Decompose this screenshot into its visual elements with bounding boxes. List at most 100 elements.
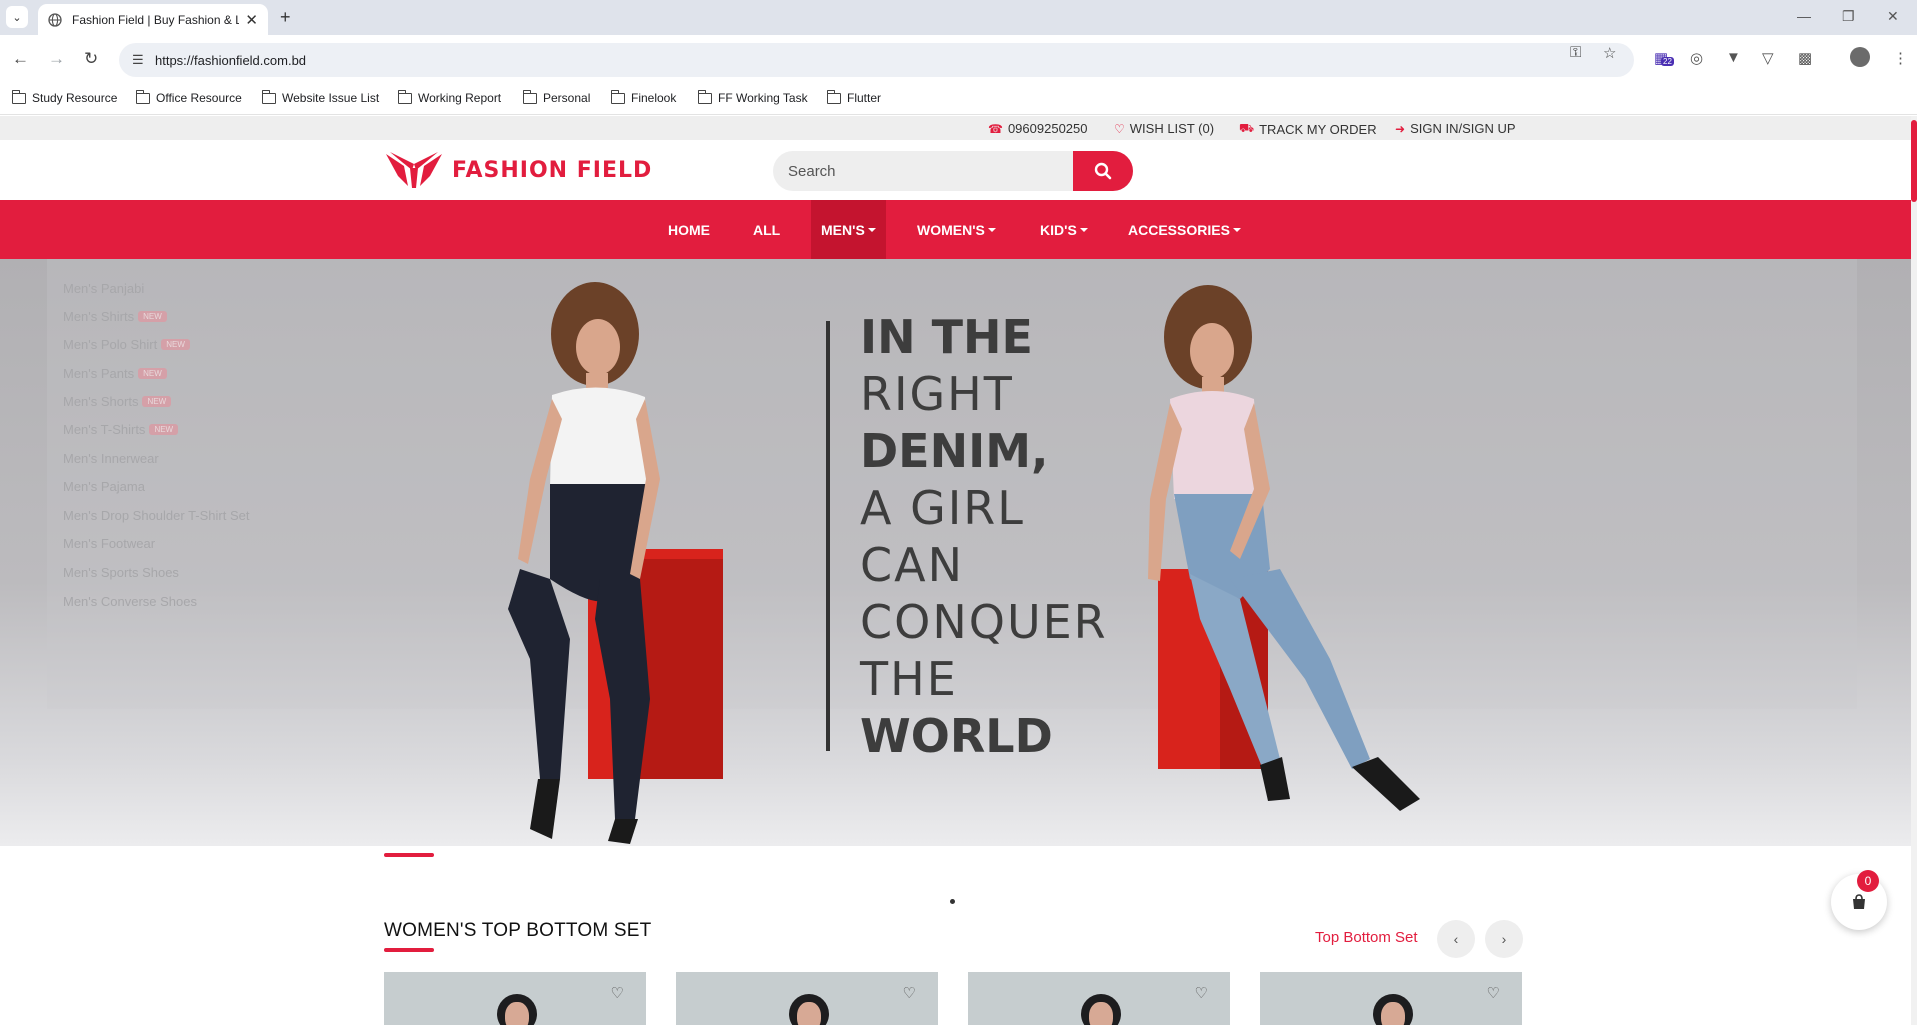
search-input[interactable]	[773, 151, 1073, 191]
phone-link[interactable]: ☎ 09609250250	[988, 121, 1087, 136]
nav-home[interactable]: HOME	[668, 200, 710, 259]
dropdown-item[interactable]: Men's Drop Shoulder T-Shirt Set	[63, 508, 250, 523]
address-bar[interactable]: ☰ https://fashionfield.com.bd	[119, 43, 1634, 77]
site-settings-icon[interactable]: ☰	[132, 52, 144, 68]
browser-tab-active[interactable]: Fashion Field | Buy Fashion & Li ✕	[38, 4, 268, 35]
wishlist-heart-icon[interactable]: ♡	[903, 984, 916, 1002]
page-scrollbar[interactable]	[1911, 116, 1917, 1025]
bookmark-study-resource[interactable]: Study Resource	[11, 89, 117, 105]
scrollbar-thumb[interactable]	[1911, 120, 1917, 202]
extensions-puzzle-icon[interactable]: ▩	[1798, 49, 1812, 67]
profile-avatar-icon[interactable]	[1850, 47, 1870, 67]
slogan-line: THE	[860, 652, 958, 706]
folder-icon	[11, 89, 26, 104]
forward-arrow-icon[interactable]: →	[48, 49, 65, 69]
reload-icon[interactable]: ↻	[84, 49, 98, 69]
dropdown-item[interactable]: Men's T-Shirts NEW	[63, 422, 179, 437]
truck-icon: ⛟	[1239, 121, 1255, 135]
site-header: FASHION FIELD	[0, 140, 1911, 200]
carousel-next-button[interactable]: ›	[1485, 920, 1523, 958]
section-title: WOMEN'S TOP BOTTOM SET	[384, 920, 652, 941]
caret-down-icon	[1079, 227, 1088, 232]
slogan-divider	[826, 321, 830, 751]
hero-slogan: IN THE RIGHT DENIM, A GIRL CAN CONQUER T…	[860, 309, 1108, 765]
dropdown-item[interactable]: Men's Sports Shoes	[63, 565, 179, 580]
browser-menu-icon[interactable]: ⋮	[1893, 49, 1908, 67]
new-badge: NEW	[161, 339, 190, 350]
extension-calendar-icon[interactable]: ▦ 22	[1654, 49, 1674, 67]
phone-icon: ☎	[988, 121, 1003, 136]
hero-banner[interactable]: Men's Panjabi Men's Shirts NEW Men's Polo…	[0, 259, 1911, 846]
minimize-icon[interactable]: —	[1797, 8, 1811, 24]
nav-kids[interactable]: KID'S	[1040, 200, 1088, 259]
product-card[interactable]: ♡	[676, 972, 938, 1025]
product-card[interactable]: ♡	[968, 972, 1230, 1025]
slogan-line: A GIRL	[860, 481, 1025, 535]
new-badge: NEW	[138, 368, 167, 379]
caret-down-icon	[867, 227, 876, 232]
bookmark-flutter[interactable]: Flutter	[826, 89, 881, 105]
main-navigation: HOME ALL MEN'S WOMEN'S KID'S ACCESSORIES	[0, 200, 1911, 259]
wishlist-heart-icon[interactable]: ♡	[1487, 984, 1500, 1002]
bookmark-office-resource[interactable]: Office Resource	[135, 89, 242, 105]
extension-v2-icon[interactable]: ▽	[1762, 49, 1774, 67]
bookmark-website-issue-list[interactable]: Website Issue List	[261, 89, 379, 105]
bookmark-working-report[interactable]: Working Report	[397, 89, 501, 105]
bookmark-personal[interactable]: Personal	[522, 89, 590, 105]
site-logo[interactable]: FASHION FIELD	[384, 150, 652, 190]
password-key-icon[interactable]: ⚿	[1570, 44, 1581, 61]
nav-womens[interactable]: WOMEN'S	[917, 200, 996, 259]
sign-in-link[interactable]: ➜ SIGN IN/SIGN UP	[1395, 121, 1516, 136]
dropdown-item[interactable]: Men's Shirts NEW	[63, 309, 167, 324]
dropdown-item[interactable]: Men's Converse Shoes	[63, 594, 197, 609]
carousel-dot[interactable]	[950, 899, 955, 904]
back-arrow-icon[interactable]: ←	[12, 49, 29, 69]
dropdown-item[interactable]: Men's Polo Shirt NEW	[63, 337, 190, 352]
fashion-field-wings-icon	[386, 152, 442, 188]
slogan-line: DENIM,	[860, 424, 1049, 478]
dropdown-item[interactable]: Men's Innerwear	[63, 451, 159, 466]
bookmark-finelook[interactable]: Finelook	[610, 89, 676, 105]
folder-icon	[826, 89, 841, 104]
url-text: https://fashionfield.com.bd	[155, 52, 307, 68]
caret-down-icon	[1232, 227, 1241, 232]
new-badge: NEW	[138, 311, 167, 322]
tab-search-chevron-icon[interactable]: ⌄	[6, 6, 28, 28]
dropdown-item[interactable]: Men's Pajama	[63, 479, 145, 494]
globe-icon	[48, 12, 62, 27]
wishlist-link[interactable]: ♡ WISH LIST (0)	[1114, 121, 1214, 136]
product-card[interactable]: ♡	[1260, 972, 1522, 1025]
restore-icon[interactable]: ❐	[1842, 8, 1855, 25]
new-tab-plus-icon[interactable]: +	[280, 7, 291, 28]
slogan-line: CONQUER	[860, 595, 1108, 649]
tab-close-icon[interactable]: ✕	[245, 11, 258, 29]
window-close-icon[interactable]: ✕	[1887, 8, 1899, 25]
slogan-line: RIGHT	[860, 367, 1014, 421]
caret-down-icon	[987, 227, 996, 232]
carousel-prev-button[interactable]: ‹	[1437, 920, 1475, 958]
dropdown-item[interactable]: Men's Pants NEW	[63, 366, 167, 381]
bookmark-ff-working-task[interactable]: FF Working Task	[697, 89, 808, 105]
slider-progress-bar	[384, 853, 434, 857]
product-card[interactable]: ♡	[384, 972, 646, 1025]
nav-mens[interactable]: MEN'S	[811, 200, 886, 259]
dropdown-item[interactable]: Men's Footwear	[63, 536, 155, 551]
section-view-link[interactable]: Top Bottom Set	[1315, 929, 1418, 946]
search-button[interactable]	[1073, 151, 1133, 191]
nav-accessories[interactable]: ACCESSORIES	[1128, 200, 1241, 259]
bookmark-star-icon[interactable]: ☆	[1603, 44, 1616, 62]
folder-icon	[135, 89, 150, 104]
wishlist-heart-icon[interactable]: ♡	[1195, 984, 1208, 1002]
slogan-line: CAN	[860, 538, 964, 592]
track-order-link[interactable]: ⛟ TRACK MY ORDER	[1239, 121, 1377, 137]
nav-all[interactable]: ALL	[753, 200, 780, 259]
model-right-illustration	[1148, 285, 1420, 811]
dropdown-item[interactable]: Men's Panjabi	[63, 281, 144, 296]
dropdown-item[interactable]: Men's Shorts NEW	[63, 394, 172, 409]
new-badge: NEW	[149, 424, 179, 435]
section-underline	[384, 948, 434, 952]
extension-v-icon[interactable]: ▼	[1726, 49, 1741, 66]
search-icon	[1094, 162, 1112, 180]
extension-circle-icon[interactable]: ◎	[1690, 49, 1703, 67]
wishlist-heart-icon[interactable]: ♡	[611, 984, 624, 1002]
